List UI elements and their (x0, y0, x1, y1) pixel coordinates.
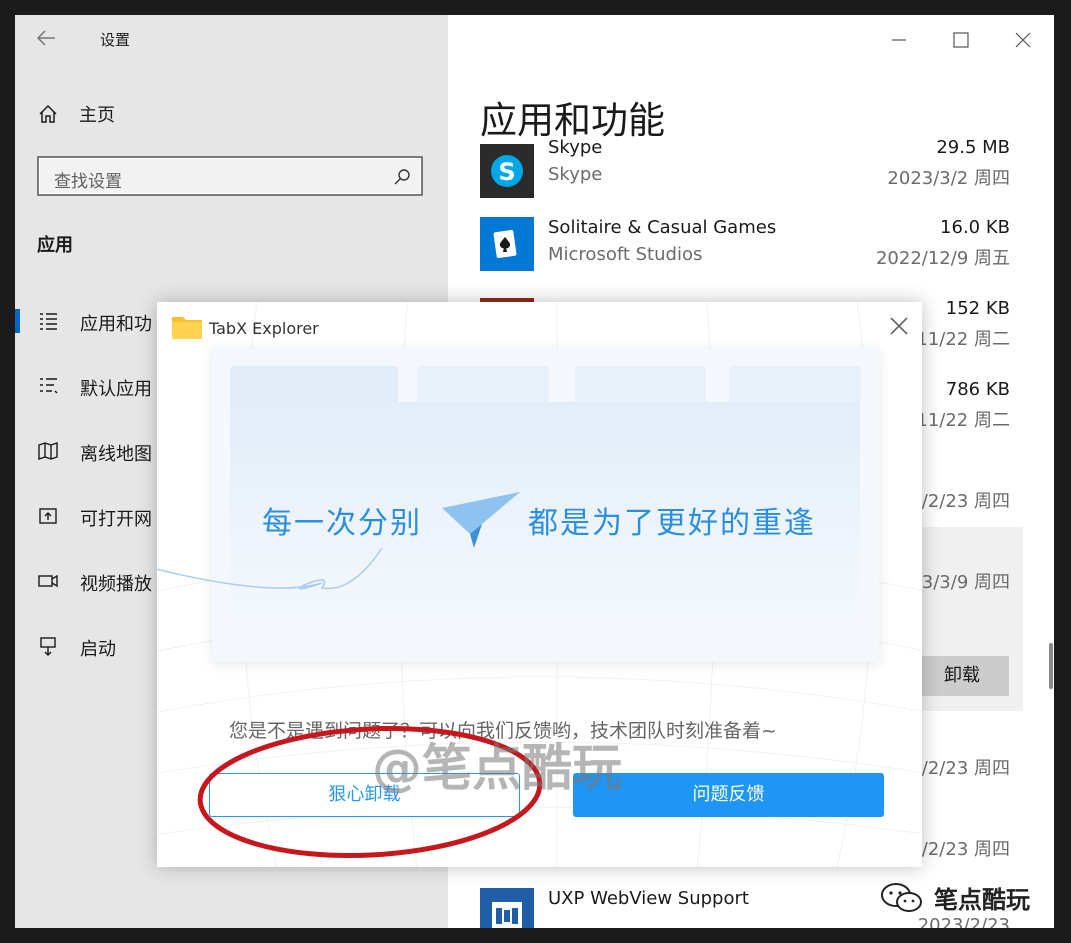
app-publisher: Microsoft Studios (548, 244, 703, 265)
slogan-left: 每一次分别 (262, 506, 422, 541)
maximize-icon[interactable] (950, 29, 972, 51)
list-item[interactable]: Solitaire & Casual Games Microsoft Studi… (480, 217, 1040, 287)
corner-watermark-text: 笔点酷玩 (934, 886, 1030, 914)
sidebar-item-label: 应用和功 (80, 314, 152, 335)
video-playback-icon (38, 574, 58, 588)
app-size: 152 KB (945, 298, 1010, 319)
sidebar-item-label: 可打开网 (80, 509, 152, 530)
app-size: 16.0 KB (940, 217, 1010, 238)
app-date: 2023/2/23 (917, 915, 1010, 928)
app-date: 2022/12/9 周五 (875, 248, 1010, 269)
dialog-close-icon[interactable] (889, 316, 909, 336)
uxp-webview-icon (480, 888, 534, 928)
slogan-right: 都是为了更好的重逢 (528, 506, 816, 541)
window-title: 设置 (100, 31, 131, 49)
corner-watermark: 笔点酷玩 (880, 880, 1030, 915)
app-date: /2/23 周四 (921, 491, 1010, 512)
offline-maps-icon (38, 442, 58, 460)
watermark: @笔点酷玩 (372, 739, 622, 797)
sidebar-item-label: 视频播放 (80, 574, 152, 595)
search-icon (394, 169, 410, 185)
section-title: 应用 (37, 235, 73, 256)
close-icon[interactable] (1012, 29, 1034, 51)
scrollbar[interactable] (1049, 643, 1053, 689)
search-placeholder: 查找设置 (54, 172, 122, 192)
app-date: 3/3/9 周四 (921, 572, 1010, 593)
list-item[interactable]: S Skype Skype 29.5 MB 2023/3/2 周四 (480, 139, 1040, 209)
banner-tab (230, 366, 398, 402)
app-date: /2/23 周四 (921, 758, 1010, 779)
page-title: 应用和功能 (480, 99, 665, 142)
skype-icon: S (480, 144, 534, 198)
farewell-banner: 每一次分别 都是为了更好的重逢 (157, 348, 879, 662)
banner-tab (729, 366, 861, 402)
banner-tab (417, 366, 549, 402)
back-arrow-icon (36, 30, 55, 46)
app-date: 11/22 周二 (916, 410, 1010, 431)
sidebar-item-label: 离线地图 (80, 444, 152, 465)
app-name: UXP WebView Support (548, 888, 749, 909)
folder-icon (172, 317, 202, 339)
open-website-icon (39, 508, 57, 524)
default-apps-icon (40, 378, 58, 394)
sidebar-item-label: 默认应用 (80, 379, 152, 400)
app-name: Skype (548, 137, 603, 158)
banner-tab (575, 366, 706, 402)
startup-icon (40, 637, 56, 656)
solitaire-icon (480, 217, 534, 271)
svg-text:S: S (498, 158, 515, 186)
app-size: 786 KB (945, 379, 1010, 400)
sidebar-item-label: 启动 (80, 639, 116, 660)
dialog-title: TabX Explorer (209, 319, 319, 338)
search-input[interactable]: 查找设置 (37, 156, 423, 196)
app-size: 29.5 MB (936, 137, 1010, 158)
app-publisher: Skype (548, 164, 603, 185)
uninstall-button[interactable]: 卸载 (915, 656, 1009, 696)
back-button[interactable] (35, 27, 63, 53)
app-date: 2023/3/2 周四 (887, 168, 1010, 189)
app-date: 11/22 周二 (916, 329, 1010, 350)
home-icon (39, 104, 57, 123)
flight-trail-icon (157, 547, 383, 590)
apps-list-icon (40, 313, 57, 330)
wechat-icon (881, 882, 922, 912)
app-name: Solitaire & Casual Games (548, 217, 777, 238)
app-date: /2/23 周四 (921, 839, 1010, 860)
home-label: 主页 (79, 105, 115, 126)
minimize-icon[interactable] (888, 29, 910, 51)
home-link[interactable]: 主页 (37, 101, 115, 127)
